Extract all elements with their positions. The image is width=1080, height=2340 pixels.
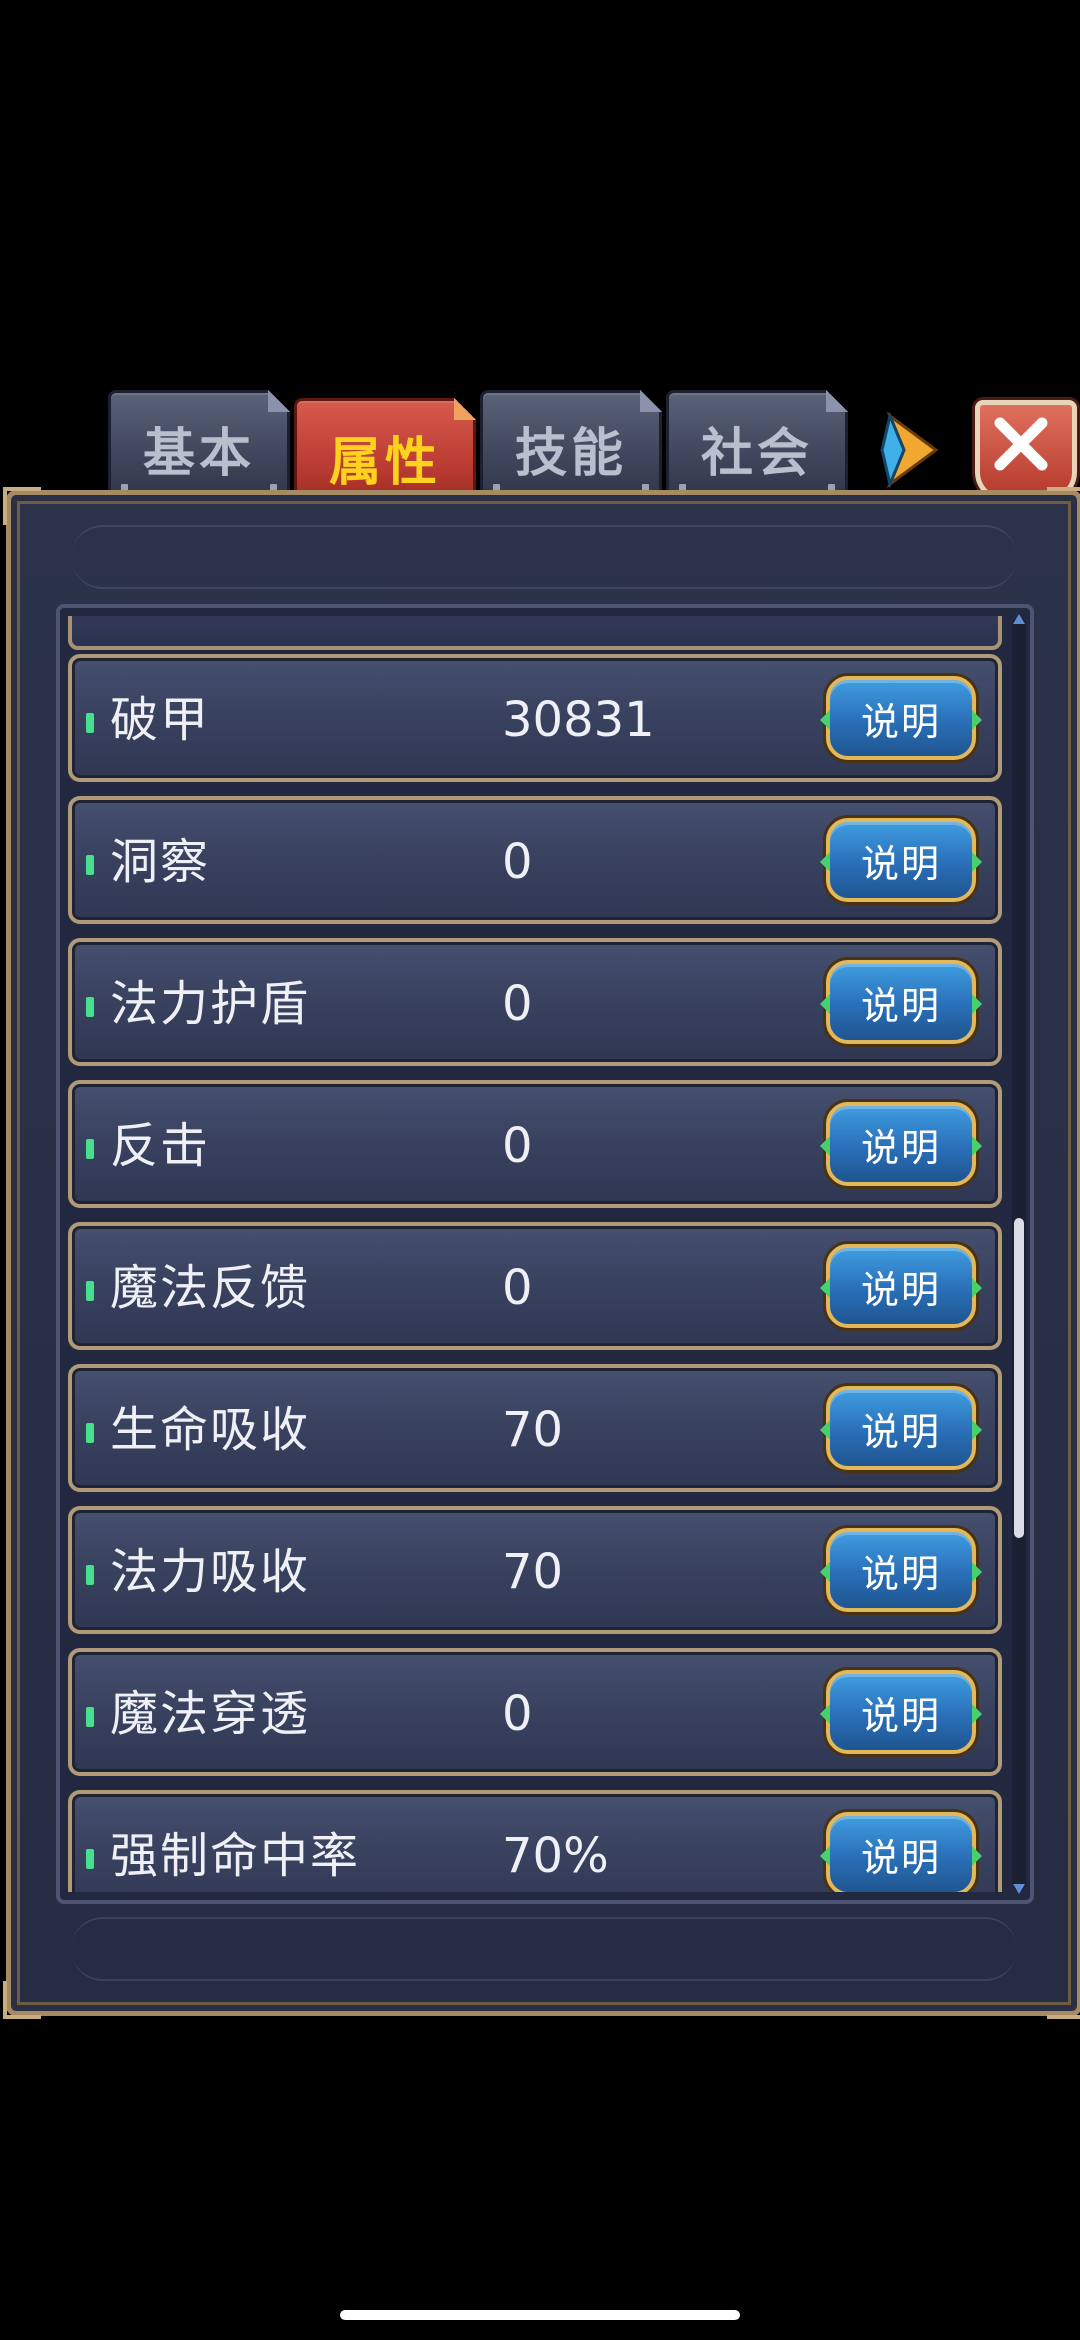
button-gem	[820, 1278, 830, 1298]
attribute-value: 0	[502, 976, 533, 1032]
explain-button-label: 说明	[860, 1268, 941, 1312]
explain-button-label: 说明	[860, 1552, 941, 1596]
explain-button-label: 说明	[860, 1126, 941, 1170]
corner-ornament	[3, 1981, 41, 2019]
explain-button-label: 说明	[860, 984, 941, 1028]
button-gem	[820, 852, 830, 872]
button-gem	[820, 1136, 830, 1156]
explain-button-label: 说明	[860, 1836, 941, 1880]
tab-skills[interactable]: 技能	[480, 390, 662, 506]
attribute-row-magic-penetration: 魔法穿透 0 说明	[68, 1648, 1002, 1776]
close-icon	[994, 417, 1048, 471]
explain-button[interactable]: 说明	[820, 1244, 982, 1328]
button-gem	[820, 1420, 830, 1440]
row-marker	[86, 1139, 94, 1159]
attribute-value: 30831	[502, 692, 655, 748]
explain-button[interactable]: 说明	[820, 818, 982, 902]
row-marker	[86, 855, 94, 875]
attribute-label: 法力吸收	[110, 1544, 311, 1600]
list-item-partial	[68, 616, 1002, 650]
button-gem	[972, 1846, 982, 1866]
explain-button[interactable]: 说明	[820, 1528, 982, 1612]
bottom-ornament	[71, 1917, 1017, 1981]
tab-social[interactable]: 社会	[666, 390, 848, 506]
home-indicator[interactable]	[340, 2310, 740, 2320]
explain-button[interactable]: 说明	[820, 1670, 982, 1754]
attribute-value: 0	[502, 1260, 533, 1316]
screen: 基本 属性 技能 社会 破甲 30831 说明 洞察 0 说明 法力护盾 0 说…	[0, 0, 1080, 2340]
explain-button[interactable]: 说明	[820, 1102, 982, 1186]
button-gem	[972, 1136, 982, 1156]
button-gem	[820, 710, 830, 730]
attribute-label: 魔法穿透	[110, 1686, 311, 1742]
attribute-value: 0	[502, 834, 533, 890]
button-gem	[972, 710, 982, 730]
attribute-row-life-steal: 生命吸收 70 说明	[68, 1364, 1002, 1492]
button-gem	[972, 1420, 982, 1440]
arrow-right-icon[interactable]	[880, 411, 942, 489]
scroll-up-arrow-icon[interactable]	[1013, 614, 1025, 624]
attribute-row-insight: 洞察 0 说明	[68, 796, 1002, 924]
explain-button-label: 说明	[860, 842, 941, 886]
button-gem	[972, 994, 982, 1014]
attribute-label: 生命吸收	[110, 1402, 311, 1458]
corner-ornament	[3, 487, 41, 525]
tab-skills-label: 技能	[514, 423, 627, 484]
attribute-row-magic-feedback: 魔法反馈 0 说明	[68, 1222, 1002, 1350]
explain-button[interactable]: 说明	[820, 1812, 982, 1892]
attribute-value: 70%	[502, 1828, 609, 1884]
top-ornament	[71, 525, 1017, 589]
attribute-value: 70	[502, 1402, 564, 1458]
attribute-list[interactable]: 破甲 30831 说明 洞察 0 说明 法力护盾 0 说明 反击 0 说明 魔法…	[56, 604, 1034, 1904]
row-marker	[86, 1849, 94, 1869]
attribute-value: 70	[502, 1544, 564, 1600]
button-gem	[972, 1562, 982, 1582]
row-marker	[86, 713, 94, 733]
attribute-value: 0	[502, 1118, 533, 1174]
attribute-row-mana-shield: 法力护盾 0 说明	[68, 938, 1002, 1066]
explain-button[interactable]: 说明	[820, 676, 982, 760]
row-marker	[86, 1423, 94, 1443]
attribute-value: 0	[502, 1686, 533, 1742]
attribute-label: 反击	[110, 1118, 211, 1174]
scrollbar-thumb[interactable]	[1014, 1218, 1024, 1538]
attribute-row-armor-break: 破甲 30831 说明	[68, 654, 1002, 782]
attribute-row-mana-steal: 法力吸收 70 说明	[68, 1506, 1002, 1634]
row-marker	[86, 1281, 94, 1301]
attribute-label: 魔法反馈	[110, 1260, 311, 1316]
button-gem	[820, 994, 830, 1014]
attribute-row-forced-hit-rate: 强制命中率 70% 说明	[68, 1790, 1002, 1892]
corner-ornament	[1047, 487, 1080, 525]
attribute-label: 破甲	[110, 692, 211, 748]
corner-ornament	[1047, 1981, 1080, 2019]
attribute-label: 洞察	[110, 834, 211, 890]
row-marker	[86, 1565, 94, 1585]
row-marker	[86, 1707, 94, 1727]
attribute-label: 强制命中率	[110, 1828, 361, 1884]
button-gem	[972, 1278, 982, 1298]
button-gem	[972, 852, 982, 872]
button-gem	[972, 1704, 982, 1724]
tab-social-label: 社会	[700, 423, 813, 484]
tab-attributes-label: 属性	[328, 432, 441, 493]
attribute-list-viewport: 破甲 30831 说明 洞察 0 说明 法力护盾 0 说明 反击 0 说明 魔法…	[68, 616, 1002, 1892]
scroll-down-arrow-icon[interactable]	[1013, 1884, 1025, 1894]
attribute-label: 法力护盾	[110, 976, 311, 1032]
explain-button-label: 说明	[860, 1410, 941, 1454]
row-marker	[86, 997, 94, 1017]
button-gem	[820, 1562, 830, 1582]
explain-button-label: 说明	[860, 700, 941, 744]
explain-button[interactable]: 说明	[820, 960, 982, 1044]
explain-button[interactable]: 说明	[820, 1386, 982, 1470]
tab-basic[interactable]: 基本	[108, 390, 290, 506]
scrollbar[interactable]	[1012, 614, 1026, 1894]
attribute-row-counterattack: 反击 0 说明	[68, 1080, 1002, 1208]
button-gem	[820, 1704, 830, 1724]
button-gem	[820, 1846, 830, 1866]
explain-button-label: 说明	[860, 1694, 941, 1738]
tab-basic-label: 基本	[142, 423, 255, 484]
